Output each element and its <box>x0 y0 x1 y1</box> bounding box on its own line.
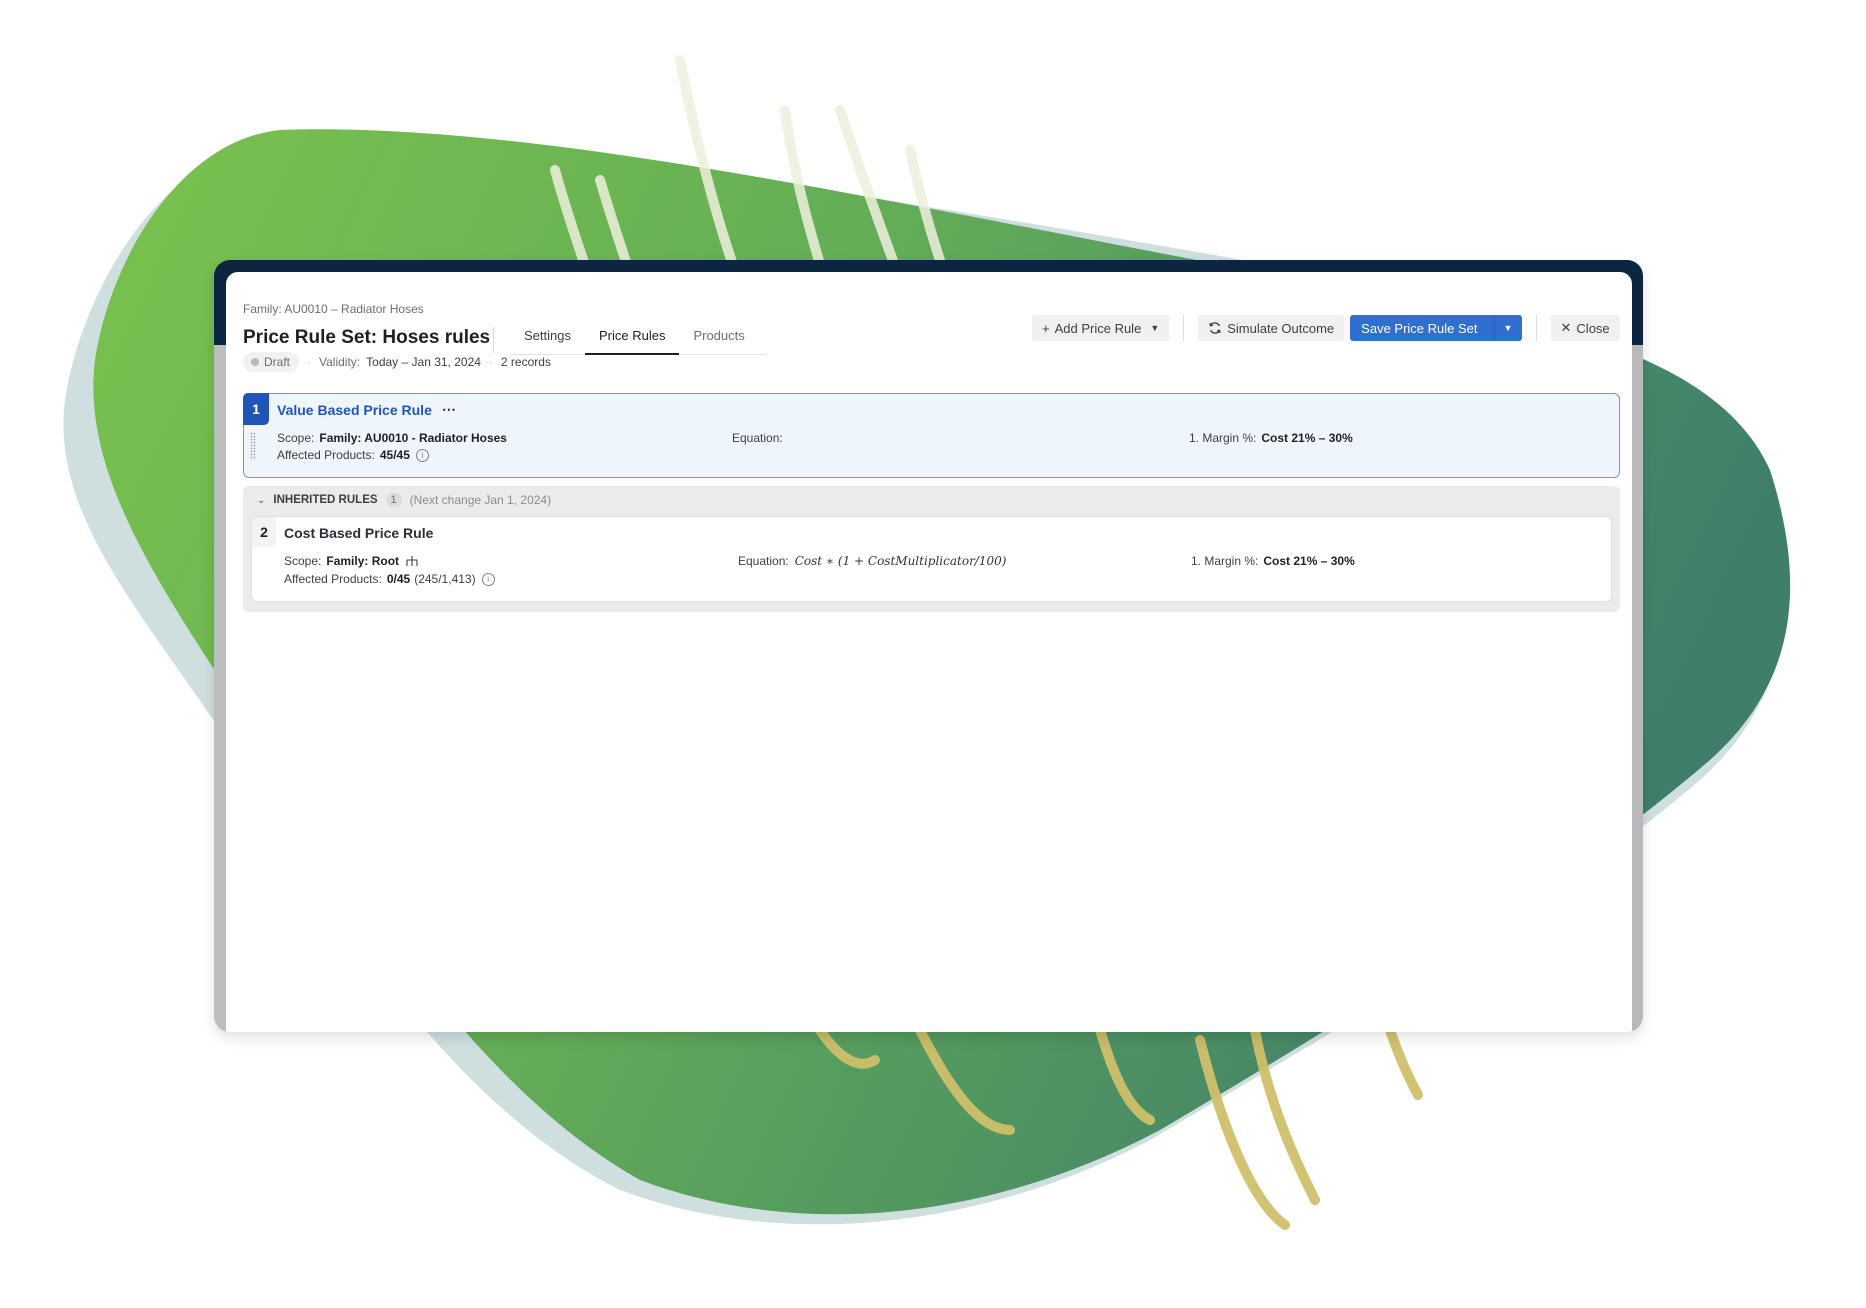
close-button[interactable]: ✕ Close <box>1550 315 1620 341</box>
validity-label: Validity: <box>319 355 361 369</box>
equation-label: Equation: <box>732 431 783 445</box>
status-badge: Draft <box>243 352 300 372</box>
app-window: Family: AU0010 – Radiator Hoses Price Ru… <box>214 260 1643 1032</box>
rule-margin: 1. Margin %: Cost 21% – 30% <box>1191 554 1355 568</box>
rule-card[interactable]: 1 Value Based Price Rule ⋯ Scope: Family… <box>243 393 1620 478</box>
separator: · <box>488 355 493 369</box>
affected-extra: (245/1,413) <box>414 572 476 586</box>
margin-value: Cost 21% – 30% <box>1261 431 1353 445</box>
hierarchy-icon <box>406 556 418 566</box>
affected-value: 0/45 <box>386 572 411 586</box>
margin-label: 1. Margin %: <box>1189 431 1257 445</box>
rule-affected-products: Affected Products: 0/45 (245/1,413) i <box>284 572 495 586</box>
rule-scope: Scope: Family: Root <box>284 554 419 568</box>
tab-settings[interactable]: Settings <box>510 320 585 354</box>
records-count: 2 records <box>500 355 551 369</box>
validity-value: Today – Jan 31, 2024 <box>366 355 481 369</box>
status-badge-label: Draft <box>264 355 291 369</box>
toolbar: + Add Price Rule ▼ Simulate Outcome Save… <box>1032 315 1620 341</box>
save-options-caret-icon[interactable]: ▼ <box>1493 315 1522 341</box>
rule-number: 1 <box>243 393 269 425</box>
affected-label: Affected Products: <box>284 572 382 586</box>
save-price-rule-set-label[interactable]: Save Price Rule Set <box>1350 315 1488 341</box>
rule-title[interactable]: Value Based Price Rule <box>277 402 432 418</box>
add-price-rule-button[interactable]: + Add Price Rule ▼ <box>1032 315 1170 341</box>
info-icon[interactable]: i <box>481 572 495 586</box>
rule-affected-products: Affected Products: 45/45 i <box>277 448 429 462</box>
toolbar-divider <box>1535 315 1537 341</box>
rule-card[interactable]: 2 Cost Based Price Rule Scope: Family: R… <box>251 516 1612 602</box>
scope-value: Family: AU0010 - Radiator Hoses <box>319 431 507 445</box>
inherited-rules-count: 1 <box>385 493 402 507</box>
page-title: Price Rule Set: Hoses rules <box>243 327 491 348</box>
chevron-down-icon[interactable]: ⌄ <box>257 495 265 506</box>
rule-number: 2 <box>252 517 276 547</box>
margin-label: 1. Margin %: <box>1191 554 1259 568</box>
margin-value: Cost 21% – 30% <box>1263 554 1355 568</box>
tab-bar: Settings Price Rules Products <box>510 320 765 355</box>
plus-icon: + <box>1042 320 1050 336</box>
inherited-rules-note: (Next change Jan 1, 2024) <box>409 493 552 507</box>
inherited-rules-group: ⌄ INHERITED RULES 1 (Next change Jan 1, … <box>243 486 1620 612</box>
status-dot-icon <box>251 358 259 366</box>
inherited-rules-header[interactable]: ⌄ INHERITED RULES 1 (Next change Jan 1, … <box>257 493 551 507</box>
equation-value: Cost ∗ (1 + CostMultiplicator/100) <box>794 554 1007 568</box>
save-price-rule-set-button[interactable]: Save Price Rule Set ▼ <box>1350 315 1522 341</box>
inherited-rules-title: INHERITED RULES <box>273 494 378 506</box>
rule-equation: Equation: <box>732 431 789 445</box>
scope-value: Family: Root <box>326 554 400 568</box>
drag-handle-icon[interactable] <box>250 432 256 460</box>
simulate-outcome-label: Simulate Outcome <box>1227 320 1335 336</box>
add-price-rule-label: Add Price Rule <box>1054 320 1142 336</box>
affected-value: 45/45 <box>379 448 410 462</box>
close-label: Close <box>1576 320 1610 336</box>
more-options-icon[interactable]: ⋯ <box>442 401 457 418</box>
refresh-icon <box>1209 322 1221 334</box>
rule-title-row: Value Based Price Rule ⋯ <box>277 401 457 418</box>
close-icon: ✕ <box>1560 320 1572 335</box>
price-rule-set-panel: Family: AU0010 – Radiator Hoses Price Ru… <box>226 272 1632 1032</box>
toolbar-divider <box>1183 315 1185 341</box>
background-page-strip <box>214 345 226 1032</box>
info-icon[interactable]: i <box>415 448 429 462</box>
caret-down-icon: ▼ <box>1150 323 1160 333</box>
breadcrumb: Family: AU0010 – Radiator Hoses <box>243 302 424 316</box>
scope-label: Scope: <box>284 554 322 568</box>
rule-margin: 1. Margin %: Cost 21% – 30% <box>1189 431 1353 445</box>
separator: · <box>307 355 312 369</box>
tab-products[interactable]: Products <box>679 320 758 354</box>
simulate-outcome-button[interactable]: Simulate Outcome <box>1198 315 1345 341</box>
tab-price-rules[interactable]: Price Rules <box>584 320 680 355</box>
rule-title[interactable]: Cost Based Price Rule <box>284 525 433 541</box>
title-divider <box>493 327 494 353</box>
scope-label: Scope: <box>277 431 315 445</box>
status-row: Draft · Validity: Today – Jan 31, 2024 ·… <box>243 352 551 372</box>
affected-label: Affected Products: <box>277 448 375 462</box>
rule-equation: Equation: Cost ∗ (1 + CostMultiplicator/… <box>738 554 1006 568</box>
rule-scope: Scope: Family: AU0010 - Radiator Hoses <box>277 431 507 445</box>
equation-label: Equation: <box>738 554 789 568</box>
